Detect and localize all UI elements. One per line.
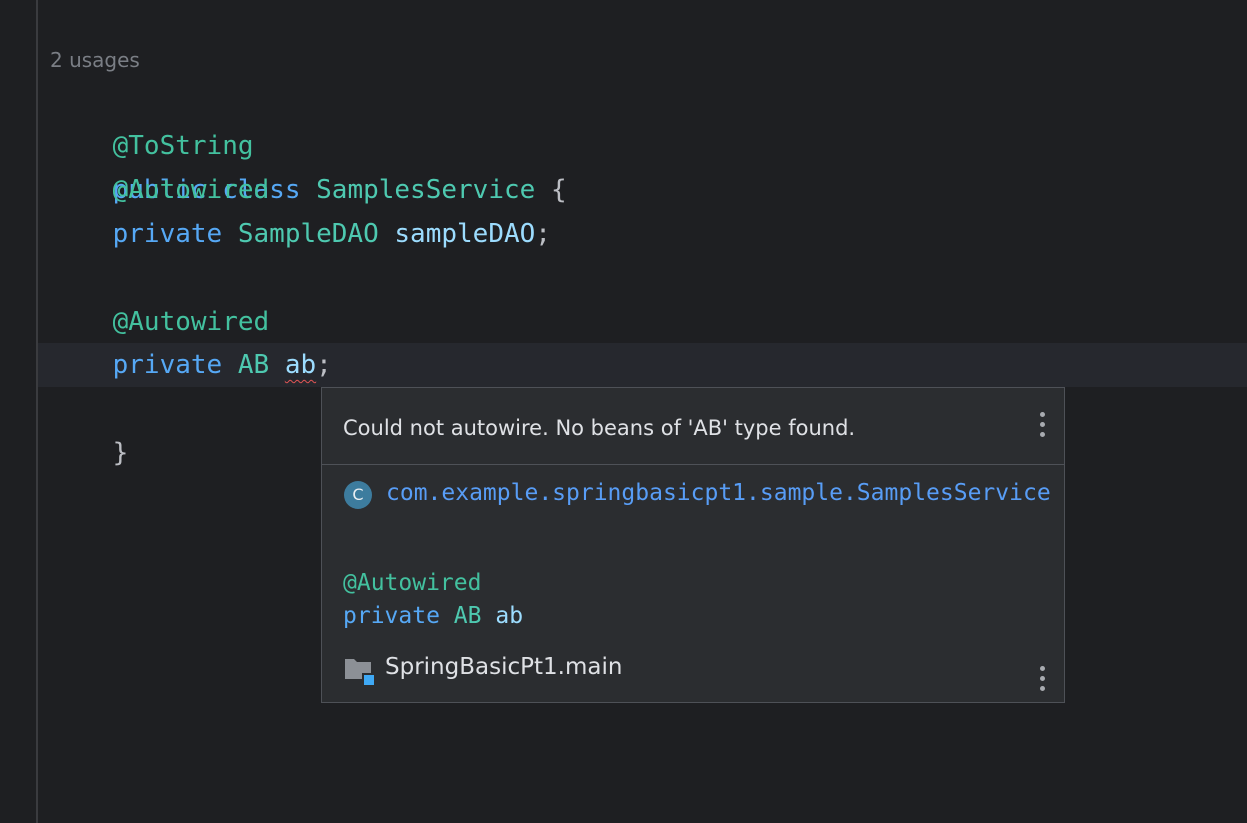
signature-keyword: private (343, 603, 440, 629)
class-c-icon: C (344, 481, 372, 509)
class-name: SamplesService (316, 175, 536, 205)
error-message: Could not autowire. No beans of 'AB' typ… (343, 416, 856, 440)
code-line-1[interactable]: @ToString (50, 80, 254, 161)
usages-hint[interactable]: 2 usages (50, 46, 140, 74)
annotation-autowired: @Autowired (112, 175, 270, 205)
field-name-error[interactable]: ab (285, 350, 316, 380)
more-vertical-icon[interactable] (1037, 412, 1047, 440)
keyword-private: private (112, 350, 223, 380)
signature-field: ab (495, 603, 524, 629)
open-brace: { (550, 175, 567, 205)
code-line-2[interactable]: public class SamplesService { (50, 124, 567, 205)
code-line-4[interactable]: private SampleDAO sampleDAO; (50, 212, 551, 256)
signature-type: AB (453, 603, 482, 629)
semicolon: ; (316, 350, 332, 380)
keyword-private: private (112, 219, 223, 249)
module-name[interactable]: SpringBasicPt1.main (385, 650, 622, 684)
folder-module-icon (345, 659, 374, 685)
code-line-7[interactable]: private AB ab; (50, 343, 332, 387)
field-type: AB (237, 350, 270, 380)
code-line-3[interactable]: @Autowired (50, 168, 270, 212)
field-type: SampleDAO (237, 219, 379, 249)
field-name: sampleDAO (394, 219, 536, 249)
inspection-popup[interactable]: Could not autowire. No beans of 'AB' typ… (321, 387, 1065, 703)
close-brace: } (112, 438, 129, 468)
more-vertical-icon[interactable] (1037, 666, 1047, 694)
code-line-6[interactable]: @Autowired (50, 300, 270, 344)
popup-header: Could not autowire. No beans of 'AB' typ… (322, 388, 1064, 465)
semicolon: ; (535, 219, 551, 249)
signature-declaration: private AB ab (343, 600, 523, 632)
class-path-link[interactable]: com.example.springbasicpt1.sample.Sample… (386, 476, 1056, 510)
gutter-divider (36, 0, 38, 823)
signature-annotation: @Autowired (343, 570, 482, 596)
code-line-8[interactable]: } (50, 387, 129, 468)
annotation-autowired: @Autowired (112, 307, 270, 337)
